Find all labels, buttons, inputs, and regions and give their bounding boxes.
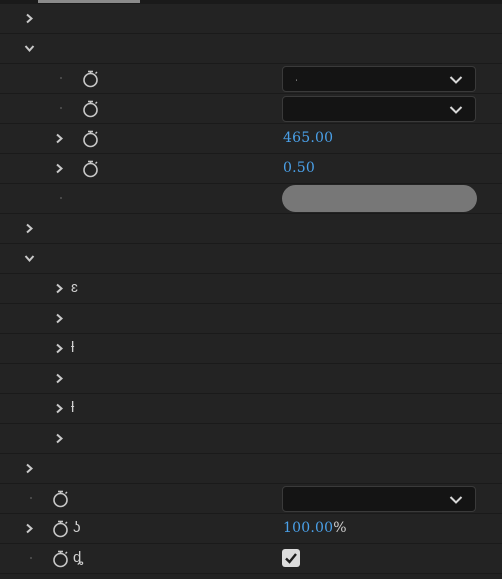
stopwatch-icon[interactable]	[81, 129, 100, 148]
expand-chevron-icon[interactable]	[54, 133, 65, 144]
property-group-row	[0, 244, 502, 274]
value-dropdown[interactable]: ˌ	[282, 66, 476, 92]
property-row	[0, 364, 502, 394]
sub-group-label: ƚ	[71, 399, 75, 416]
expand-chevron-icon[interactable]	[54, 163, 65, 174]
indent-dot	[60, 197, 62, 199]
chevron-down-icon	[449, 105, 463, 115]
property-row: 465.00	[0, 124, 502, 154]
stopwatch-icon[interactable]	[51, 519, 70, 538]
property-row: ȡ	[0, 544, 502, 574]
collapse-chevron-icon[interactable]	[24, 43, 35, 54]
property-row: ƚ	[0, 394, 502, 424]
indent-dot	[60, 77, 62, 79]
property-group-row	[0, 4, 502, 34]
value-text: 100.00	[283, 520, 334, 536]
expand-chevron-icon[interactable]	[54, 283, 65, 294]
expand-chevron-icon[interactable]	[24, 13, 35, 24]
active-tab-indicator[interactable]	[38, 0, 140, 3]
expand-chevron-icon[interactable]	[54, 343, 65, 354]
expand-chevron-icon[interactable]	[24, 463, 35, 474]
value-dropdown[interactable]	[282, 486, 476, 512]
expand-chevron-icon[interactable]	[24, 223, 35, 234]
property-row: ɛ	[0, 274, 502, 304]
property-row: ˌ	[0, 64, 502, 94]
sub-group-label: ƚ	[71, 339, 75, 356]
property-row	[0, 304, 502, 334]
sub-group-label: ɛ	[71, 279, 78, 296]
property-row: ƚ	[0, 334, 502, 364]
indent-dot	[30, 497, 32, 499]
stopwatch-icon[interactable]	[81, 99, 100, 118]
property-row	[0, 94, 502, 124]
value-text: 465.00	[283, 130, 334, 146]
expand-chevron-icon[interactable]	[24, 523, 35, 534]
property-group-row	[0, 454, 502, 484]
property-group-row	[0, 214, 502, 244]
property-row: 0.50	[0, 154, 502, 184]
checkmark-icon	[282, 549, 300, 567]
effect-controls-panel: ˌ 465.00 0.50 ɛ ƚ ƚ ʖ 100.00% ȡ	[0, 4, 502, 574]
stopwatch-icon[interactable]	[51, 489, 70, 508]
stopwatch-icon[interactable]	[81, 159, 100, 178]
indent-dot	[60, 107, 62, 109]
stopwatch-icon[interactable]	[51, 549, 70, 568]
chevron-down-icon	[449, 495, 463, 505]
dropdown-value: ˌ	[295, 71, 299, 82]
value-dropdown[interactable]	[282, 96, 476, 122]
indent-dot	[30, 557, 32, 559]
enable-checkbox[interactable]	[282, 549, 300, 567]
value-slider[interactable]	[282, 185, 477, 212]
expand-chevron-icon[interactable]	[54, 313, 65, 324]
property-row	[0, 424, 502, 454]
property-group-row	[0, 34, 502, 64]
property-row	[0, 484, 502, 514]
collapse-chevron-icon[interactable]	[24, 253, 35, 264]
stopwatch-icon[interactable]	[81, 69, 100, 88]
expand-chevron-icon[interactable]	[54, 433, 65, 444]
param-label: ȡ	[73, 549, 84, 566]
value-unit: %	[333, 520, 347, 536]
numeric-value[interactable]: 465.00	[283, 130, 333, 146]
property-row	[0, 184, 502, 214]
param-label: ʖ	[73, 519, 81, 536]
numeric-value[interactable]: 0.50	[283, 160, 315, 176]
numeric-value[interactable]: 100.00%	[283, 520, 347, 536]
chevron-down-icon	[449, 75, 463, 85]
property-row: ʖ 100.00%	[0, 514, 502, 544]
value-text: 0.50	[283, 160, 315, 176]
expand-chevron-icon[interactable]	[54, 403, 65, 414]
expand-chevron-icon[interactable]	[54, 373, 65, 384]
